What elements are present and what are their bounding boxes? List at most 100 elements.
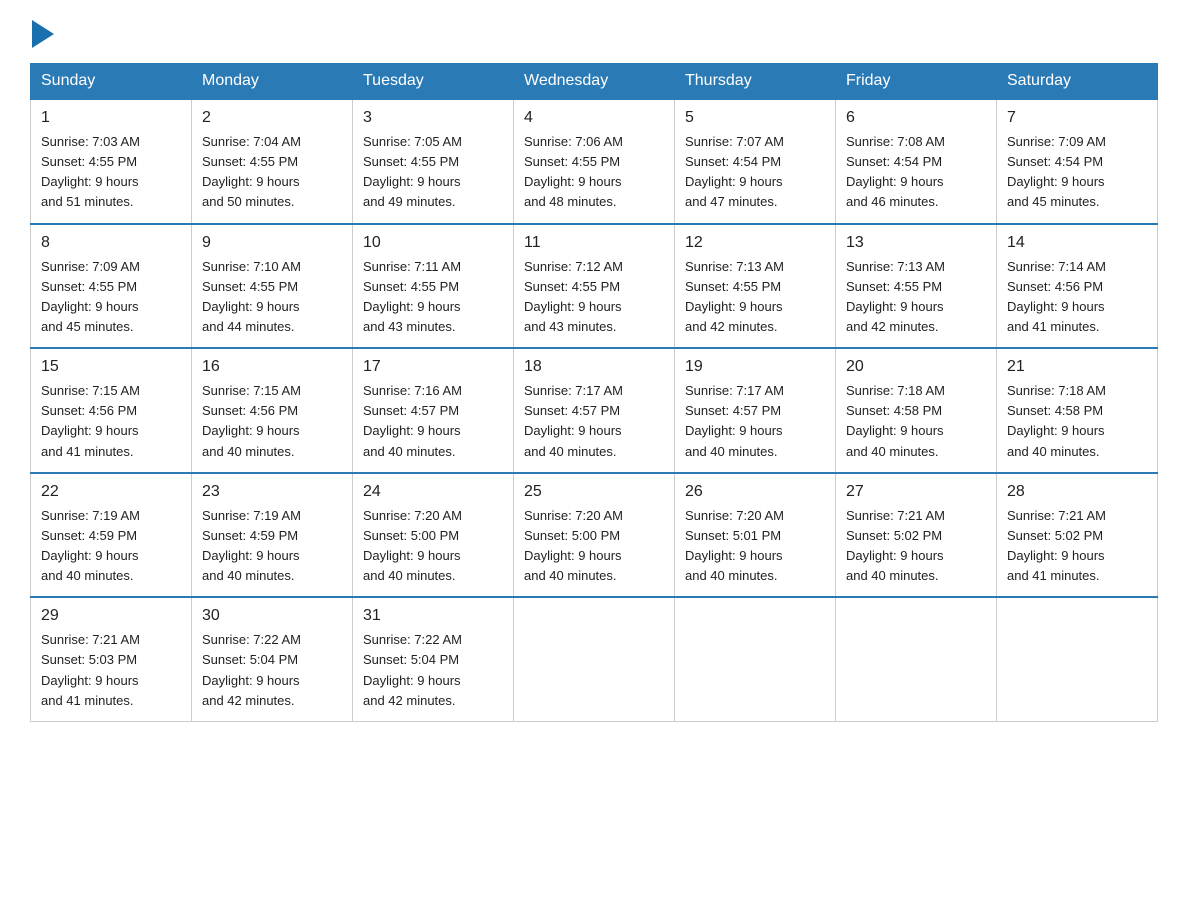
day-info: Sunrise: 7:18 AMSunset: 4:58 PMDaylight:… (846, 381, 986, 462)
day-info: Sunrise: 7:06 AMSunset: 4:55 PMDaylight:… (524, 132, 664, 213)
day-info: Sunrise: 7:17 AMSunset: 4:57 PMDaylight:… (685, 381, 825, 462)
calendar-day-cell: 30Sunrise: 7:22 AMSunset: 5:04 PMDayligh… (192, 597, 353, 721)
weekday-header-friday: Friday (836, 64, 997, 100)
day-number: 22 (41, 480, 181, 504)
logo-triangle-icon (32, 20, 54, 53)
calendar-day-cell: 25Sunrise: 7:20 AMSunset: 5:00 PMDayligh… (514, 473, 675, 598)
day-info: Sunrise: 7:09 AMSunset: 4:54 PMDaylight:… (1007, 132, 1147, 213)
day-info: Sunrise: 7:13 AMSunset: 4:55 PMDaylight:… (685, 257, 825, 338)
calendar-day-cell: 2Sunrise: 7:04 AMSunset: 4:55 PMDaylight… (192, 99, 353, 224)
day-info: Sunrise: 7:19 AMSunset: 4:59 PMDaylight:… (202, 506, 342, 587)
day-number: 18 (524, 355, 664, 379)
calendar-day-cell: 8Sunrise: 7:09 AMSunset: 4:55 PMDaylight… (31, 224, 192, 349)
calendar-week-row: 29Sunrise: 7:21 AMSunset: 5:03 PMDayligh… (31, 597, 1158, 721)
calendar-day-cell: 26Sunrise: 7:20 AMSunset: 5:01 PMDayligh… (675, 473, 836, 598)
calendar-day-cell (675, 597, 836, 721)
calendar-day-cell: 14Sunrise: 7:14 AMSunset: 4:56 PMDayligh… (997, 224, 1158, 349)
calendar-day-cell: 20Sunrise: 7:18 AMSunset: 4:58 PMDayligh… (836, 348, 997, 473)
calendar-day-cell: 10Sunrise: 7:11 AMSunset: 4:55 PMDayligh… (353, 224, 514, 349)
weekday-header-wednesday: Wednesday (514, 64, 675, 100)
weekday-header-monday: Monday (192, 64, 353, 100)
calendar-day-cell: 31Sunrise: 7:22 AMSunset: 5:04 PMDayligh… (353, 597, 514, 721)
calendar-week-row: 15Sunrise: 7:15 AMSunset: 4:56 PMDayligh… (31, 348, 1158, 473)
day-number: 10 (363, 231, 503, 255)
day-info: Sunrise: 7:14 AMSunset: 4:56 PMDaylight:… (1007, 257, 1147, 338)
day-number: 19 (685, 355, 825, 379)
calendar-day-cell: 16Sunrise: 7:15 AMSunset: 4:56 PMDayligh… (192, 348, 353, 473)
calendar-table: SundayMondayTuesdayWednesdayThursdayFrid… (30, 63, 1158, 722)
calendar-day-cell: 19Sunrise: 7:17 AMSunset: 4:57 PMDayligh… (675, 348, 836, 473)
day-info: Sunrise: 7:20 AMSunset: 5:00 PMDaylight:… (363, 506, 503, 587)
day-number: 12 (685, 231, 825, 255)
day-info: Sunrise: 7:09 AMSunset: 4:55 PMDaylight:… (41, 257, 181, 338)
day-info: Sunrise: 7:08 AMSunset: 4:54 PMDaylight:… (846, 132, 986, 213)
day-info: Sunrise: 7:07 AMSunset: 4:54 PMDaylight:… (685, 132, 825, 213)
calendar-week-row: 22Sunrise: 7:19 AMSunset: 4:59 PMDayligh… (31, 473, 1158, 598)
calendar-day-cell (836, 597, 997, 721)
day-number: 24 (363, 480, 503, 504)
calendar-day-cell: 5Sunrise: 7:07 AMSunset: 4:54 PMDaylight… (675, 99, 836, 224)
day-number: 15 (41, 355, 181, 379)
calendar-day-cell: 21Sunrise: 7:18 AMSunset: 4:58 PMDayligh… (997, 348, 1158, 473)
day-number: 2 (202, 106, 342, 130)
logo (30, 20, 54, 53)
weekday-header-tuesday: Tuesday (353, 64, 514, 100)
day-number: 25 (524, 480, 664, 504)
calendar-week-row: 8Sunrise: 7:09 AMSunset: 4:55 PMDaylight… (31, 224, 1158, 349)
day-info: Sunrise: 7:18 AMSunset: 4:58 PMDaylight:… (1007, 381, 1147, 462)
day-info: Sunrise: 7:20 AMSunset: 5:01 PMDaylight:… (685, 506, 825, 587)
weekday-header-saturday: Saturday (997, 64, 1158, 100)
day-number: 9 (202, 231, 342, 255)
day-number: 3 (363, 106, 503, 130)
calendar-day-cell (997, 597, 1158, 721)
day-number: 11 (524, 231, 664, 255)
day-number: 21 (1007, 355, 1147, 379)
day-info: Sunrise: 7:22 AMSunset: 5:04 PMDaylight:… (202, 630, 342, 711)
day-number: 27 (846, 480, 986, 504)
day-number: 1 (41, 106, 181, 130)
day-info: Sunrise: 7:05 AMSunset: 4:55 PMDaylight:… (363, 132, 503, 213)
calendar-header-row: SundayMondayTuesdayWednesdayThursdayFrid… (31, 64, 1158, 100)
calendar-day-cell: 11Sunrise: 7:12 AMSunset: 4:55 PMDayligh… (514, 224, 675, 349)
day-number: 31 (363, 604, 503, 628)
calendar-day-cell: 18Sunrise: 7:17 AMSunset: 4:57 PMDayligh… (514, 348, 675, 473)
day-info: Sunrise: 7:12 AMSunset: 4:55 PMDaylight:… (524, 257, 664, 338)
day-info: Sunrise: 7:19 AMSunset: 4:59 PMDaylight:… (41, 506, 181, 587)
day-info: Sunrise: 7:11 AMSunset: 4:55 PMDaylight:… (363, 257, 503, 338)
day-info: Sunrise: 7:15 AMSunset: 4:56 PMDaylight:… (41, 381, 181, 462)
calendar-day-cell: 4Sunrise: 7:06 AMSunset: 4:55 PMDaylight… (514, 99, 675, 224)
day-number: 23 (202, 480, 342, 504)
calendar-day-cell: 6Sunrise: 7:08 AMSunset: 4:54 PMDaylight… (836, 99, 997, 224)
day-info: Sunrise: 7:20 AMSunset: 5:00 PMDaylight:… (524, 506, 664, 587)
calendar-day-cell: 7Sunrise: 7:09 AMSunset: 4:54 PMDaylight… (997, 99, 1158, 224)
day-number: 5 (685, 106, 825, 130)
page-header (30, 20, 1158, 53)
calendar-day-cell: 27Sunrise: 7:21 AMSunset: 5:02 PMDayligh… (836, 473, 997, 598)
calendar-day-cell (514, 597, 675, 721)
day-info: Sunrise: 7:13 AMSunset: 4:55 PMDaylight:… (846, 257, 986, 338)
day-number: 6 (846, 106, 986, 130)
day-number: 28 (1007, 480, 1147, 504)
day-number: 13 (846, 231, 986, 255)
day-info: Sunrise: 7:04 AMSunset: 4:55 PMDaylight:… (202, 132, 342, 213)
calendar-day-cell: 17Sunrise: 7:16 AMSunset: 4:57 PMDayligh… (353, 348, 514, 473)
day-number: 4 (524, 106, 664, 130)
calendar-day-cell: 12Sunrise: 7:13 AMSunset: 4:55 PMDayligh… (675, 224, 836, 349)
day-info: Sunrise: 7:03 AMSunset: 4:55 PMDaylight:… (41, 132, 181, 213)
day-number: 17 (363, 355, 503, 379)
day-number: 14 (1007, 231, 1147, 255)
calendar-week-row: 1Sunrise: 7:03 AMSunset: 4:55 PMDaylight… (31, 99, 1158, 224)
day-number: 20 (846, 355, 986, 379)
day-info: Sunrise: 7:16 AMSunset: 4:57 PMDaylight:… (363, 381, 503, 462)
calendar-day-cell: 3Sunrise: 7:05 AMSunset: 4:55 PMDaylight… (353, 99, 514, 224)
day-info: Sunrise: 7:17 AMSunset: 4:57 PMDaylight:… (524, 381, 664, 462)
calendar-day-cell: 1Sunrise: 7:03 AMSunset: 4:55 PMDaylight… (31, 99, 192, 224)
day-number: 7 (1007, 106, 1147, 130)
day-info: Sunrise: 7:15 AMSunset: 4:56 PMDaylight:… (202, 381, 342, 462)
day-info: Sunrise: 7:21 AMSunset: 5:02 PMDaylight:… (846, 506, 986, 587)
calendar-day-cell: 22Sunrise: 7:19 AMSunset: 4:59 PMDayligh… (31, 473, 192, 598)
day-number: 8 (41, 231, 181, 255)
day-number: 30 (202, 604, 342, 628)
day-number: 26 (685, 480, 825, 504)
day-info: Sunrise: 7:22 AMSunset: 5:04 PMDaylight:… (363, 630, 503, 711)
